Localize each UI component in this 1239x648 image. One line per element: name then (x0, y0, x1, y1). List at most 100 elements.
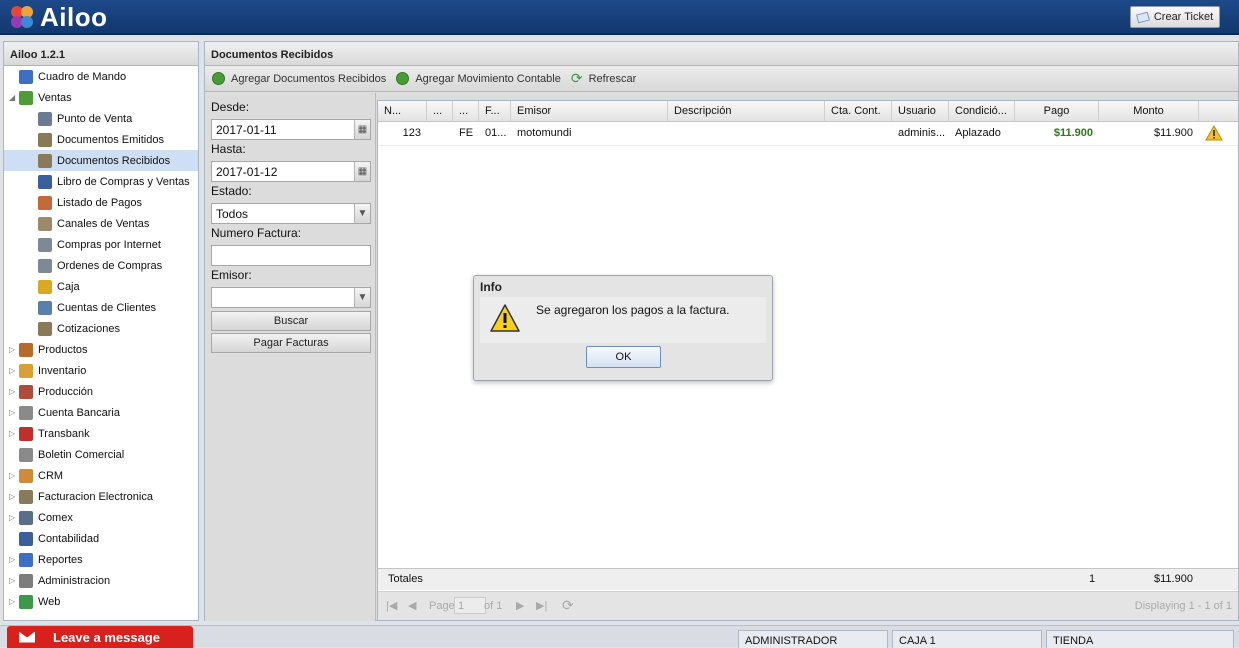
sidebar-item-cuadro-de-mando[interactable]: Cuadro de Mando (4, 66, 198, 87)
leave-message-button[interactable]: Leave a message (7, 626, 193, 648)
sidebar-item-cotizaciones[interactable]: Cotizaciones (4, 318, 198, 339)
collapsed-arrow-icon[interactable]: ▷ (9, 345, 17, 354)
sidebar-item-listado-de-pagos[interactable]: Listado de Pagos (4, 192, 198, 213)
add-movement-button[interactable]: Agregar Movimiento Contable (396, 72, 561, 85)
sidebar-item-cuenta-bancaria[interactable]: ▷ Cuenta Bancaria (4, 402, 198, 423)
page-input[interactable]: 1 (454, 597, 486, 614)
sidebar-item-produccion[interactable]: ▷ Producción (4, 381, 198, 402)
sidebar-item-boletin-comercial[interactable]: Boletin Comercial (4, 444, 198, 465)
estado-value: Todos (216, 207, 249, 221)
refresh-icon[interactable]: ⟳ (562, 597, 574, 614)
estado-select[interactable]: Todos ▼ (211, 203, 371, 224)
crear-ticket-button[interactable]: Crear Ticket (1130, 6, 1220, 28)
collapsed-arrow-icon[interactable]: ▷ (9, 471, 17, 480)
column-header[interactable]: Condició... (949, 101, 1015, 122)
sidebar-item-label: Documentos Recibidos (57, 154, 171, 167)
document-icon (38, 132, 52, 147)
column-header[interactable]: Pago (1015, 101, 1099, 122)
sidebar-item-reportes[interactable]: ▷ Reportes (4, 549, 198, 570)
sidebar-item-cuentas-de-clientes[interactable]: Cuentas de Clientes (4, 297, 198, 318)
hasta-date-field[interactable]: 2017-01-12 ▦ (211, 161, 371, 182)
collapsed-arrow-icon[interactable]: ▷ (9, 576, 17, 585)
collapsed-arrow-icon[interactable]: ▷ (9, 597, 17, 606)
column-header[interactable]: Monto (1099, 101, 1199, 122)
totals-monto: $11.900 (1154, 573, 1193, 585)
column-header[interactable]: ... (453, 101, 479, 122)
collapsed-arrow-icon[interactable]: ▷ (9, 429, 17, 438)
cell-condicion: Aplazado (955, 127, 1001, 139)
sidebar-item-libro-de-compras-y-ventas[interactable]: Libro de Compras y Ventas (4, 171, 198, 192)
calendar-icon[interactable]: ▦ (354, 162, 370, 181)
sidebar-item-productos[interactable]: ▷ Productos (4, 339, 198, 360)
column-header[interactable]: ... (427, 101, 453, 122)
cell-emisor: motomundi (517, 127, 572, 139)
users-icon (19, 468, 33, 483)
column-header[interactable]: N... (378, 101, 427, 122)
sidebar-item-inventario[interactable]: ▷ Inventario (4, 360, 198, 381)
sidebar-item-label: Cotizaciones (57, 322, 120, 335)
column-header[interactable]: Usuario (892, 101, 949, 122)
collapsed-arrow-icon[interactable]: ▷ (9, 513, 17, 522)
sidebar-item-web[interactable]: ▷ Web (4, 591, 198, 612)
chevron-down-icon[interactable]: ▼ (354, 204, 370, 223)
leave-message-label: Leave a message (53, 629, 160, 645)
sidebar-item-crm[interactable]: ▷ CRM (4, 465, 198, 486)
ok-button[interactable]: OK (586, 346, 661, 368)
numero-factura-input[interactable] (211, 245, 371, 266)
crear-ticket-label: Crear Ticket (1153, 11, 1214, 23)
sidebar-item-contabilidad[interactable]: Contabilidad (4, 528, 198, 549)
chevron-down-icon[interactable]: ▼ (354, 288, 370, 307)
sidebar-item-administracion[interactable]: ▷ Administracion (4, 570, 198, 591)
refresh-button[interactable]: ⟳ Refrescar (571, 70, 636, 87)
toolbar: Agregar Documentos Recibidos Agregar Mov… (205, 66, 1238, 92)
chart-icon (19, 552, 33, 567)
warning-icon[interactable] (1205, 124, 1223, 141)
collapsed-arrow-icon[interactable]: ▷ (9, 555, 17, 564)
sidebar-item-caja[interactable]: Caja (4, 276, 198, 297)
sidebar-item-punto-de-venta[interactable]: Punto de Venta (4, 108, 198, 129)
dialog-title: Info (480, 280, 502, 294)
prev-page-icon[interactable]: ◀ (408, 599, 416, 612)
add-documents-button[interactable]: Agregar Documentos Recibidos (212, 72, 386, 85)
column-header (1199, 101, 1239, 122)
emisor-select[interactable]: ▼ (211, 287, 371, 308)
pager: |◀ ◀ Page 1 of 1 ▶ ▶| ⟳ Displaying 1 - 1… (378, 591, 1238, 620)
expanded-arrow-icon[interactable]: ◢ (9, 93, 17, 102)
sidebar-item-documentos-emitidos[interactable]: Documentos Emitidos (4, 129, 198, 150)
add-movement-label: Agregar Movimiento Contable (415, 72, 561, 85)
collapsed-arrow-icon[interactable]: ▷ (9, 492, 17, 501)
sidebar-item-comex[interactable]: ▷ Comex (4, 507, 198, 528)
column-header[interactable]: F... (479, 101, 511, 122)
column-header[interactable]: Cta. Cont. (825, 101, 892, 122)
last-page-icon[interactable]: ▶| (536, 599, 547, 612)
buscar-button[interactable]: Buscar (211, 311, 371, 331)
totals-count: 1 (1089, 573, 1096, 585)
numero-factura-label: Numero Factura: (211, 226, 302, 240)
calendar-icon[interactable]: ▦ (354, 120, 370, 139)
chart-icon (19, 69, 33, 84)
pagar-facturas-button[interactable]: Pagar Facturas (211, 333, 371, 353)
tag-icon (19, 447, 33, 462)
card-icon (38, 300, 52, 315)
cell-usuario: adminis... (898, 127, 946, 139)
column-header[interactable]: Emisor (511, 101, 668, 122)
desde-date-field[interactable]: 2017-01-11 ▦ (211, 119, 371, 140)
sidebar-item-ordenes-de-compras[interactable]: Ordenes de Compras (4, 255, 198, 276)
sidebar-item-transbank[interactable]: ▷ Transbank (4, 423, 198, 444)
collapsed-arrow-icon[interactable]: ▷ (9, 366, 17, 375)
next-page-icon[interactable]: ▶ (516, 599, 524, 612)
totals-row: Totales 1 $11.900 (378, 568, 1238, 590)
sidebar-item-compras-por-internet[interactable]: Compras por Internet (4, 234, 198, 255)
sidebar-item-label: Documentos Emitidos (57, 133, 164, 146)
sidebar-item-ventas[interactable]: ◢ Ventas (4, 87, 198, 108)
sidebar-item-facturacion-electronica[interactable]: ▷ Facturacion Electronica (4, 486, 198, 507)
sidebar-item-canales-de-ventas[interactable]: Canales de Ventas (4, 213, 198, 234)
add-icon (396, 72, 410, 85)
first-page-icon[interactable]: |◀ (386, 599, 397, 612)
sidebar-item-label: Reportes (38, 553, 83, 566)
collapsed-arrow-icon[interactable]: ▷ (9, 387, 17, 396)
book-icon (38, 174, 52, 189)
column-header[interactable]: Descripción (668, 101, 825, 122)
collapsed-arrow-icon[interactable]: ▷ (9, 408, 17, 417)
sidebar-item-documentos-recibidos[interactable]: Documentos Recibidos (4, 150, 198, 171)
